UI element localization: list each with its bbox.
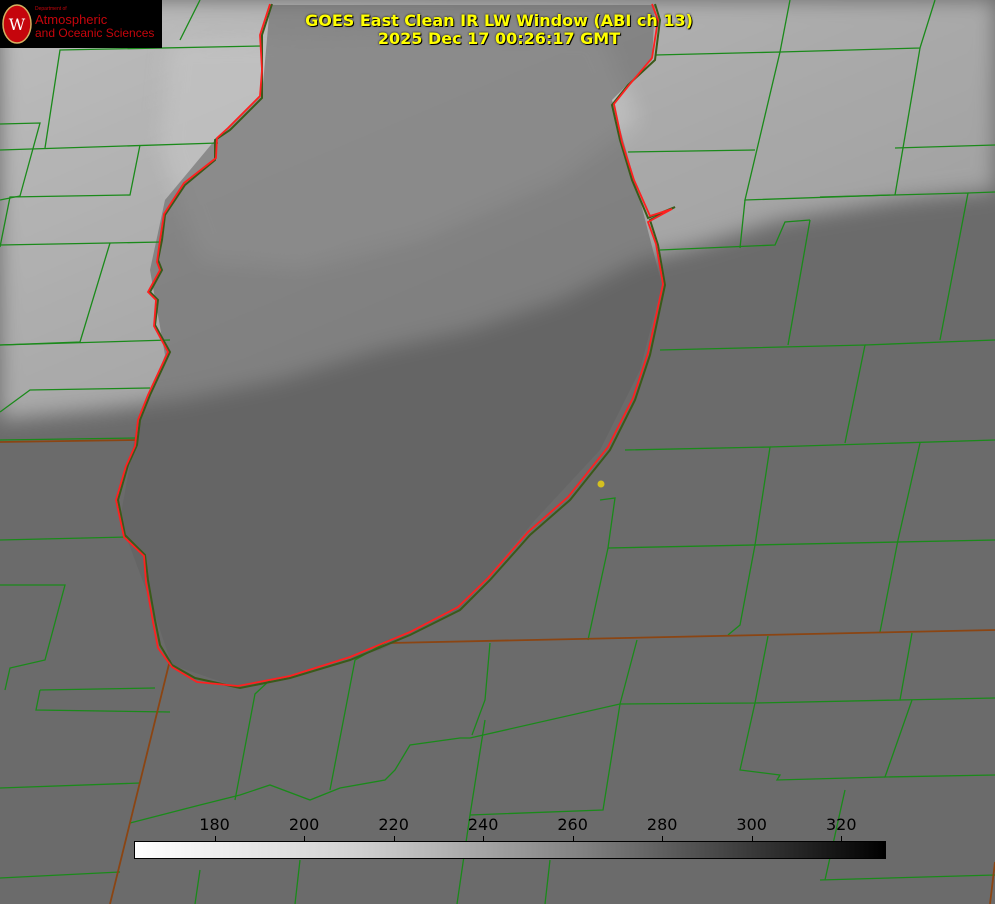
image-timestamp: 2025 Dec 17 00:26:17 GMT — [377, 29, 621, 48]
uw-aos-logo: W Department of Atmospheric and Oceanic … — [0, 0, 162, 48]
colorbar-tick-label: 240 — [467, 815, 499, 834]
svg-text:W: W — [9, 15, 26, 34]
colorbar — [134, 841, 886, 859]
colorbar-tick-label: 300 — [736, 815, 767, 834]
image-title: GOES East Clean IR LW Window (ABI ch 13) — [305, 11, 693, 30]
site-marker — [597, 480, 605, 488]
colorbar-tick-label: 260 — [557, 815, 588, 834]
colorbar-tick-label: 320 — [825, 815, 857, 834]
satellite-image-viewer: W Department of Atmospheric and Oceanic … — [0, 0, 995, 904]
logo-line2: and Oceanic Sciences — [35, 26, 155, 40]
colorbar-tick-label: 180 — [199, 815, 230, 834]
colorbar-tick-label: 200 — [288, 815, 320, 834]
uw-crest-icon: W — [2, 4, 32, 44]
colorbar-tick-label: 220 — [378, 815, 409, 834]
satellite-map — [0, 0, 995, 904]
colorbar-tick-label: 280 — [646, 815, 678, 834]
logo-line1: Atmospheric — [35, 12, 108, 27]
